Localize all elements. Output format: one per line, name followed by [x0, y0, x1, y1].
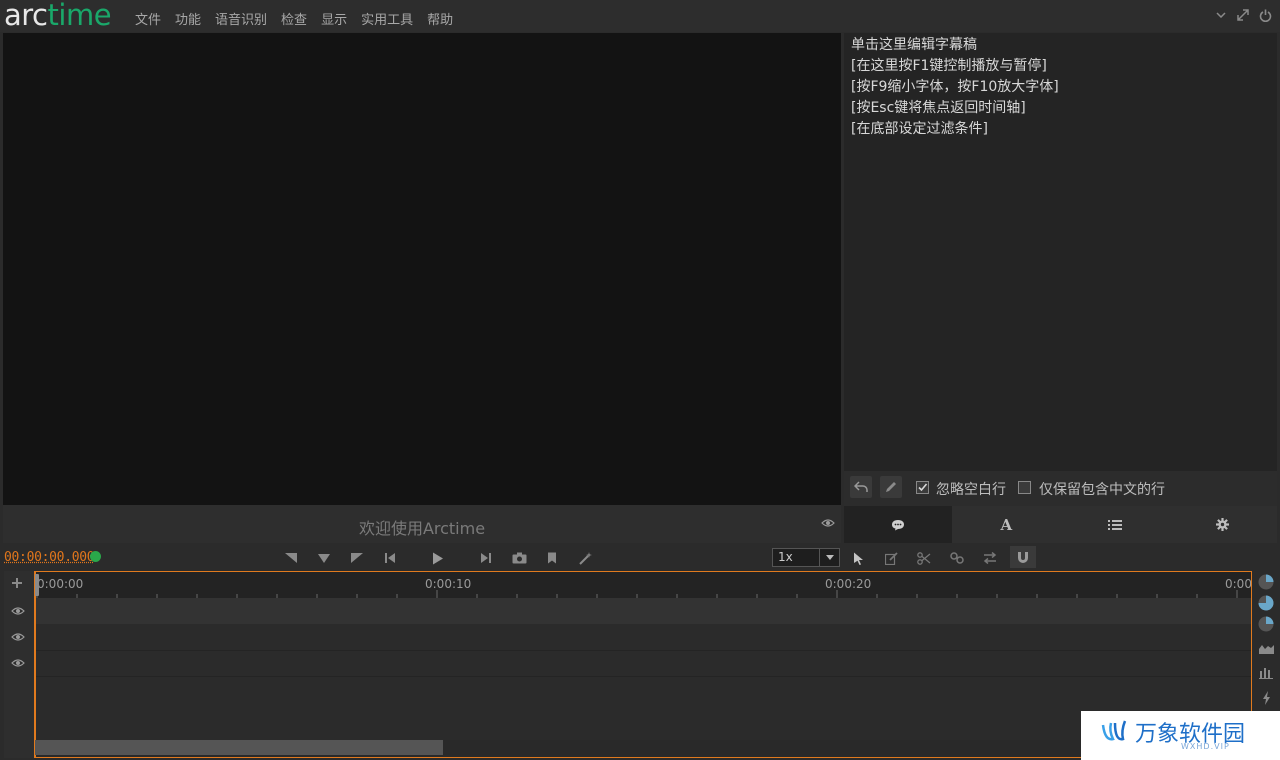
- menu-function[interactable]: 功能: [168, 7, 208, 30]
- track-row[interactable]: [35, 650, 1251, 676]
- menu-display[interactable]: 显示: [314, 7, 354, 30]
- speech-bubble-icon: [892, 519, 905, 530]
- eye-icon[interactable]: [11, 605, 25, 620]
- ruler-label: 0:00:00: [37, 577, 84, 591]
- tab-list[interactable]: [1061, 506, 1169, 543]
- editor-tabs: A: [844, 506, 1277, 543]
- window-controls: [1214, 7, 1272, 23]
- status-dot: [90, 551, 101, 562]
- speed-select[interactable]: 1x: [772, 548, 840, 567]
- edit-button[interactable]: [880, 476, 902, 498]
- logo-text-arc: arc: [4, 0, 48, 32]
- ruler-label: 0:00:10: [425, 577, 472, 591]
- play-icon[interactable]: [429, 549, 447, 567]
- track-controls: [4, 571, 34, 758]
- menu-file[interactable]: 文件: [128, 7, 168, 30]
- video-preview[interactable]: [3, 33, 841, 505]
- time-ruler[interactable]: 0:00:00 0:00:10 0:00:20 0:00:: [35, 572, 1251, 598]
- watermark-emblem-icon: [1101, 720, 1127, 741]
- next-icon[interactable]: [477, 549, 495, 567]
- track-row[interactable]: [35, 676, 1251, 740]
- ruler-label: 0:00:: [1225, 577, 1252, 591]
- undo-icon: [854, 481, 868, 492]
- editor-line[interactable]: [按F9缩小字体，按F10放大字体]: [851, 77, 1270, 98]
- tab-subtitles[interactable]: [844, 506, 953, 543]
- volume-knob-icon[interactable]: [1257, 615, 1275, 633]
- power-icon[interactable]: [1258, 7, 1272, 23]
- tab-font[interactable]: A: [952, 506, 1060, 543]
- tab-settings[interactable]: [1169, 506, 1277, 543]
- track-row[interactable]: [35, 598, 1251, 624]
- welcome-text: 欢迎使用Arctime: [358, 519, 486, 538]
- subtitle-editor[interactable]: 单击这里编辑字幕稿 [在这里按F1键控制播放与暂停] [按F9缩小字体，按F10…: [844, 33, 1277, 471]
- eye-icon[interactable]: [821, 517, 835, 532]
- app-logo: arctime: [4, 0, 112, 32]
- ruler-ticks: [36, 590, 1238, 598]
- edit-tool-icon[interactable]: [882, 549, 900, 567]
- eye-icon[interactable]: [11, 631, 25, 646]
- keep-chinese-label[interactable]: 仅保留包含中文的行: [1039, 479, 1165, 499]
- camera-icon[interactable]: [510, 549, 528, 567]
- logo-text-time: time: [47, 0, 112, 32]
- mark-out-icon[interactable]: [348, 549, 366, 567]
- ignore-blank-label[interactable]: 忽略空白行: [936, 479, 1006, 499]
- timeline[interactable]: 0:00:00 0:00:10 0:00:20 0:00:: [34, 571, 1252, 758]
- chevron-down-icon[interactable]: [1214, 7, 1228, 23]
- pencil-icon: [886, 482, 896, 492]
- undo-button[interactable]: [850, 476, 872, 498]
- bookmark-icon[interactable]: [543, 549, 561, 567]
- mark-in-icon[interactable]: [282, 549, 300, 567]
- editor-line[interactable]: [按Esc键将焦点返回时间轴]: [851, 98, 1270, 119]
- editor-line[interactable]: [在底部设定过滤条件]: [851, 119, 1270, 140]
- ruler-label: 0:00:20: [825, 577, 872, 591]
- eye-icon[interactable]: [11, 657, 25, 672]
- speed-value: 1x: [778, 550, 793, 564]
- title-bar: arctime 文件 功能 语音识别 检查 显示 实用工具 帮助: [0, 0, 1280, 32]
- waveform-icon[interactable]: [1257, 639, 1275, 657]
- watermark-logo: 万象软件园 WXHD.VIP: [1081, 711, 1280, 760]
- menu-tools[interactable]: 实用工具: [354, 7, 420, 30]
- menu-help[interactable]: 帮助: [420, 7, 460, 30]
- lightning-icon[interactable]: [1257, 689, 1275, 707]
- menu-speech-recognition[interactable]: 语音识别: [208, 7, 274, 30]
- volume-knob-icon[interactable]: [1257, 573, 1275, 591]
- volume-knob-icon[interactable]: [1257, 594, 1275, 612]
- bar-chart-icon[interactable]: [1257, 664, 1275, 682]
- pointer-icon[interactable]: [849, 549, 867, 567]
- horizontal-scrollbar[interactable]: [35, 740, 443, 755]
- previous-icon[interactable]: [381, 549, 399, 567]
- playhead-handle[interactable]: [35, 574, 39, 596]
- playhead[interactable]: [35, 572, 39, 757]
- editor-toolbar: 忽略空白行 仅保留包含中文的行: [844, 471, 1277, 506]
- magic-wand-icon[interactable]: [576, 549, 594, 567]
- list-icon: [1107, 519, 1122, 530]
- timecode[interactable]: 00:00:00.000: [4, 550, 95, 565]
- font-icon: A: [1000, 515, 1013, 534]
- keep-chinese-checkbox[interactable]: [1018, 481, 1031, 494]
- editor-line[interactable]: [在这里按F1键控制播放与暂停]: [851, 56, 1270, 77]
- ignore-blank-checkbox[interactable]: [916, 481, 929, 494]
- expand-icon[interactable]: [1236, 7, 1250, 23]
- video-footer: 欢迎使用Arctime: [3, 505, 841, 543]
- swap-icon[interactable]: [981, 549, 999, 567]
- menu-bar: 文件 功能 语音识别 检查 显示 实用工具 帮助: [128, 7, 460, 30]
- watermark-subtext: WXHD.VIP: [1181, 742, 1230, 751]
- mark-down-icon[interactable]: [315, 549, 333, 567]
- transport-bar: 00:00:00.000 1x: [0, 545, 1280, 570]
- editor-line[interactable]: 单击这里编辑字幕稿: [851, 35, 1270, 56]
- gear-icon: [1216, 518, 1230, 531]
- track-row[interactable]: [35, 624, 1251, 650]
- magnet-icon[interactable]: [1010, 546, 1036, 568]
- plus-icon[interactable]: [11, 577, 23, 593]
- scissors-icon[interactable]: [915, 549, 933, 567]
- menu-check[interactable]: 检查: [274, 7, 314, 30]
- chevron-down-icon[interactable]: [819, 549, 839, 566]
- link-icon[interactable]: [948, 549, 966, 567]
